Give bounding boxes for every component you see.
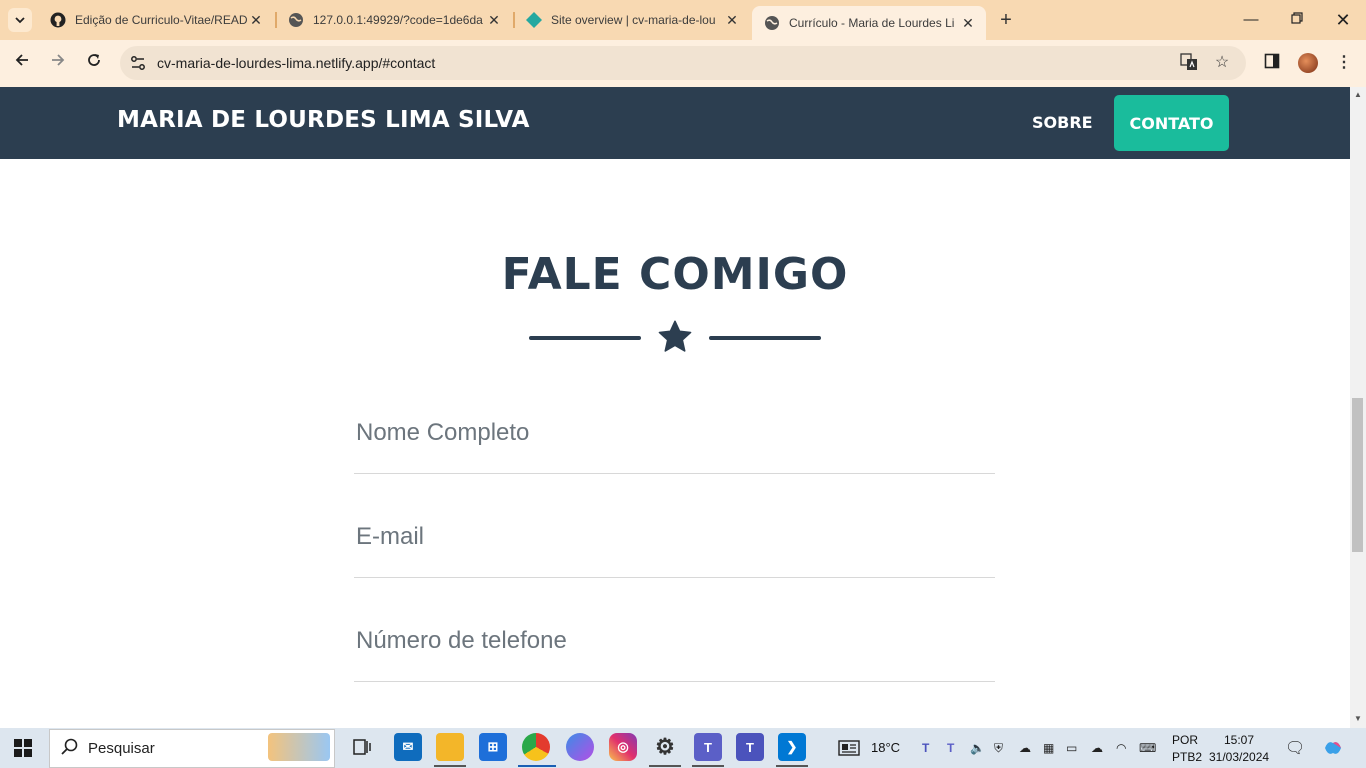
cloud-icon[interactable]: ☁ [1091,740,1103,756]
name-field [354,370,995,474]
name-input[interactable] [354,419,995,447]
netlify-icon [526,12,542,28]
close-icon[interactable]: ✕ [724,12,740,28]
search-icon [61,738,78,755]
profile-avatar[interactable] [1298,53,1318,73]
search-highlight-icon[interactable] [268,733,330,761]
email-input[interactable] [354,523,995,551]
url-text[interactable]: cv-maria-de-lourdes-lima.netlify.app/#co… [157,55,435,71]
instagram-icon[interactable]: ◎ [609,733,637,761]
close-icon[interactable]: ✕ [960,15,976,31]
reload-button[interactable] [83,52,105,74]
divider-line-right [709,336,821,340]
weather-temperature[interactable]: 18°C [871,741,900,755]
globe-icon [288,12,304,28]
task-view-icon[interactable] [348,733,376,761]
running-indicator [518,765,556,767]
close-window-button[interactable]: ✕ [1333,10,1353,30]
microsoft-store-icon[interactable]: ⊞ [479,733,507,761]
settings-gear-icon[interactable]: ⚙ [651,733,679,761]
running-indicator [649,765,681,767]
arrow-left-icon [15,54,28,66]
reload-icon [88,54,100,66]
close-icon[interactable]: ✕ [486,12,502,28]
tab-title: Site overview | cv-maria-de-lou [551,13,716,27]
search-placeholder: Pesquisar [88,740,155,757]
scroll-down-arrow[interactable]: ▼ [1350,712,1366,726]
teams-tray-icon[interactable]: T [947,740,954,756]
star-icon [658,320,692,352]
keyboard-layout[interactable]: PTB2 [1172,750,1202,764]
forward-button[interactable] [47,52,69,74]
email-field [354,474,995,578]
web-page: MARIA DE LOURDES LIMA SILVA SOBRE CONTAT… [0,87,1350,728]
side-panel-icon[interactable] [1262,53,1282,73]
clock-date[interactable]: 31/03/2024 [1209,750,1269,764]
running-indicator [434,765,466,767]
teams-tray-icon[interactable]: T [922,740,929,756]
network-icon[interactable]: ▦ [1043,740,1054,756]
keyboard-icon[interactable]: ⌨ [1139,740,1156,756]
section-title: FALE COMIGO [501,249,849,300]
file-explorer-icon[interactable] [436,733,464,761]
divider-line-left [529,336,641,340]
restore-icon [1291,12,1303,24]
tab-curriculo[interactable]: Currículo - Maria de Lourdes Li ✕ [752,6,986,40]
bookmark-star-icon[interactable]: ☆ [1212,53,1232,73]
back-button[interactable] [11,52,33,74]
wifi-icon[interactable]: ◠ [1116,740,1126,756]
restore-button[interactable] [1287,10,1307,30]
tab-search-button[interactable] [8,8,32,32]
tab-netlify[interactable]: Site overview | cv-maria-de-lou ✕ [514,4,750,36]
chrome-icon[interactable] [522,733,550,761]
teams-icon[interactable]: T [736,733,764,761]
tab-title: Edição de Curriculo-Vitae/READ [75,13,248,27]
kebab-menu-icon[interactable]: ⋮ [1334,53,1354,73]
site-info-icon[interactable] [128,52,148,74]
tab-title: Currículo - Maria de Lourdes Li [789,16,955,30]
running-indicator [692,765,724,767]
windows-start-button[interactable] [14,739,32,757]
running-indicator [776,765,808,767]
battery-icon[interactable]: ▭ [1066,740,1077,756]
globe-icon [764,15,780,31]
teams-icon[interactable]: T [694,733,722,761]
nav-link-sobre[interactable]: SOBRE [1032,113,1093,132]
notification-center-icon[interactable]: 🗨 [1285,740,1305,757]
phone-input[interactable] [354,627,995,655]
security-shield-icon[interactable]: ⛨ [994,740,1003,756]
minimize-button[interactable]: — [1241,10,1261,30]
site-brand[interactable]: MARIA DE LOURDES LIMA SILVA [117,107,530,133]
arrow-right-icon [52,54,65,66]
copilot-tray-icon[interactable] [1323,740,1343,756]
nav-link-contato[interactable]: CONTATO [1114,95,1229,151]
windows-logo-icon [14,739,22,747]
clock-time[interactable]: 15:07 [1224,733,1254,747]
tab-github[interactable]: Edição de Curriculo-Vitae/READ ✕ [38,4,274,36]
weather-icon[interactable] [838,740,860,756]
tab-localhost[interactable]: 127.0.0.1:49929/?code=1de6da ✕ [276,4,512,36]
new-tab-button[interactable]: + [996,10,1016,30]
phone-field [354,578,995,682]
scroll-up-arrow[interactable]: ▲ [1350,88,1366,102]
onedrive-sync-icon[interactable]: ☁ [1019,740,1031,756]
scrollbar-thumb[interactable] [1352,398,1363,552]
mail-icon[interactable]: ✉ [394,733,422,761]
copilot-icon[interactable] [566,733,594,761]
chevron-down-icon [15,17,25,24]
close-icon[interactable]: ✕ [248,12,264,28]
input-language[interactable]: POR [1172,733,1198,747]
github-icon [50,12,66,28]
tab-title: 127.0.0.1:49929/?code=1de6da [313,13,483,27]
vscode-icon[interactable]: ❯ [778,733,806,761]
volume-icon[interactable]: 🔈 [970,740,985,756]
translate-icon[interactable] [1179,53,1199,73]
